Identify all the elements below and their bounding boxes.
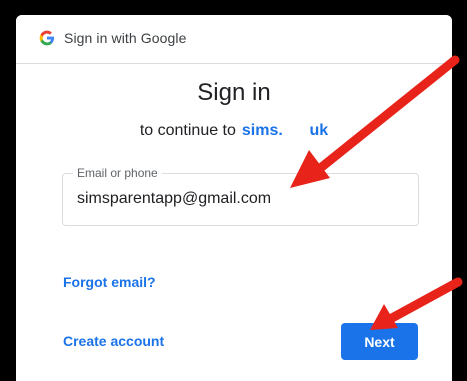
subtitle-text: to continue to [139, 122, 236, 139]
email-field[interactable]: Email or phone simsparentapp@gmail.com [62, 166, 419, 226]
google-g-icon [39, 30, 55, 46]
window-titlebar: Sign in with Google [16, 15, 452, 64]
screenshot-frame: Sign in with Google Sign in to continue … [0, 0, 467, 381]
site-link-tail: uk [309, 122, 329, 139]
email-field-label: Email or phone [73, 166, 162, 180]
page-subtitle: to continue to sims. uk [16, 122, 452, 140]
next-button[interactable]: Next [341, 323, 418, 360]
forgot-email-link[interactable]: Forgot email? [63, 274, 156, 290]
create-account-link[interactable]: Create account [63, 333, 164, 349]
page-title: Sign in [197, 79, 271, 106]
window-title: Sign in with Google [64, 30, 187, 46]
email-field-value[interactable]: simsparentapp@gmail.com [77, 190, 271, 208]
signin-window: Sign in with Google Sign in to continue … [16, 15, 452, 381]
site-link[interactable]: sims. uk [242, 122, 328, 139]
site-link-head: sims. [241, 122, 283, 139]
